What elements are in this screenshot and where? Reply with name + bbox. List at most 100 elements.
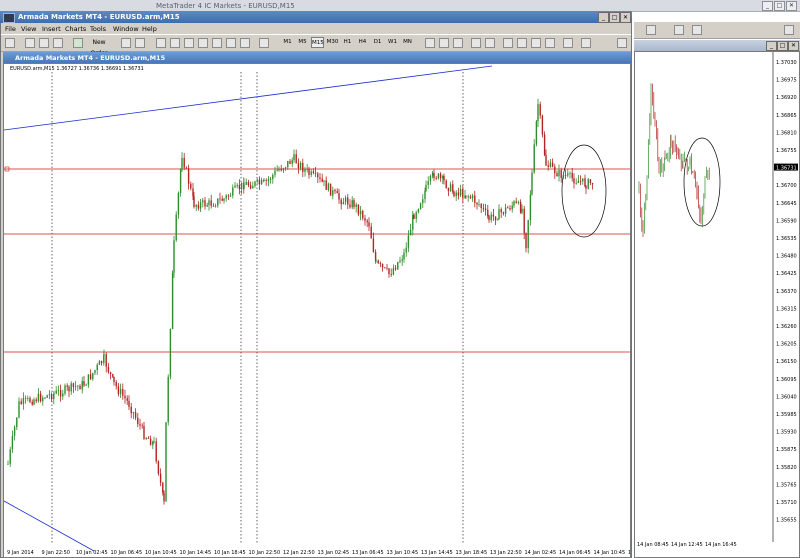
profiles-icon[interactable]: [25, 38, 35, 48]
right-close-button[interactable]: ✕: [788, 41, 799, 51]
candle-body: [206, 205, 208, 207]
templates-icon[interactable]: [581, 38, 591, 48]
candle-body: [397, 262, 399, 270]
candle-body: [185, 167, 188, 169]
candle-body: [372, 238, 375, 253]
candle-body: [490, 214, 492, 221]
new-chart-icon[interactable]: [5, 38, 15, 48]
right-periods-icon[interactable]: [692, 25, 702, 35]
line-chart-icon[interactable]: [453, 38, 463, 48]
main-chart[interactable]: 9 Jan 2014 9 Jan 22:50 10 Jan 02:45 10 Jan …: [3, 63, 631, 558]
candle-body: [128, 400, 130, 407]
candle-body: [147, 437, 150, 439]
candle-body: [502, 212, 505, 214]
candle-body: [145, 437, 147, 439]
crosshair-icon[interactable]: [135, 38, 145, 48]
candle-body: [13, 427, 16, 436]
candle-body: [212, 205, 215, 207]
zoom-in-icon[interactable]: [471, 38, 481, 48]
right-new-chart-icon[interactable]: [646, 25, 656, 35]
time-axis-label: 9 Jan 22:50: [42, 550, 70, 556]
candle-body: [94, 370, 96, 373]
candle-body: [192, 188, 194, 197]
candle-body: [187, 168, 190, 184]
new-order-button[interactable]: New Order: [83, 37, 115, 57]
minimize-button[interactable]: _: [598, 12, 609, 23]
indicators-icon[interactable]: [545, 38, 555, 48]
menu-insert[interactable]: Insert: [42, 25, 61, 33]
candle-body: [221, 198, 223, 201]
zoom-out-icon[interactable]: [485, 38, 495, 48]
menu-file[interactable]: File: [5, 25, 16, 33]
candle-body: [539, 104, 541, 116]
autoscroll-icon[interactable]: [517, 38, 527, 48]
menu-tools[interactable]: Tools: [90, 25, 106, 33]
tf-m30[interactable]: M30: [326, 37, 339, 48]
time-axis-label: 10 Jan 18:45: [214, 550, 246, 556]
candle-body: [455, 192, 457, 197]
market-watch-icon[interactable]: [39, 38, 49, 48]
right-maximize-button[interactable]: □: [777, 41, 788, 51]
candle-body: [412, 214, 414, 230]
tf-h4[interactable]: H4: [356, 37, 369, 48]
candle-body: [167, 376, 169, 423]
candle-body: [263, 180, 265, 181]
vertical-line-icon[interactable]: [156, 38, 166, 48]
cursor-icon[interactable]: [121, 38, 131, 48]
candle-body: [134, 412, 137, 418]
trendline-icon[interactable]: [184, 38, 194, 48]
candle-body: [351, 200, 353, 208]
channel-icon[interactable]: [198, 38, 208, 48]
price-axis-label: 1.36700: [776, 183, 797, 189]
candle-body: [429, 175, 432, 182]
time-axis-label: 13 Jan 10:45: [387, 550, 419, 556]
arrows-icon[interactable]: [259, 38, 269, 48]
bar-chart-icon[interactable]: [425, 38, 435, 48]
bg-maximize-button[interactable]: □: [774, 1, 785, 11]
candle-body: [471, 195, 474, 199]
candle-body: [20, 401, 22, 404]
tile-icon[interactable]: [503, 38, 513, 48]
tf-m5[interactable]: M5: [296, 37, 309, 48]
new-order-icon[interactable]: [73, 38, 83, 48]
candle-body: [504, 207, 507, 214]
price-axis-label: 1.36865: [776, 113, 797, 119]
candle-body: [153, 441, 155, 443]
tf-h1[interactable]: H1: [341, 37, 354, 48]
candle-body: [299, 162, 302, 169]
close-button[interactable]: ✕: [620, 12, 631, 23]
menu-view[interactable]: View: [21, 25, 36, 33]
right-minimize-button[interactable]: _: [766, 41, 777, 51]
menu-help[interactable]: Help: [142, 25, 157, 33]
candle-body: [225, 195, 227, 199]
tf-m1[interactable]: M1: [281, 37, 294, 48]
horizontal-line-icon[interactable]: [170, 38, 180, 48]
help-icon[interactable]: [617, 38, 627, 48]
fibo-icon[interactable]: [212, 38, 222, 48]
right-chart-svg: 1.37030 1.36975 1.36920 1.36865 1.36810 1.367…: [637, 52, 798, 548]
time-axis-label: 10 Jan 10:45: [145, 550, 177, 556]
tf-m15[interactable]: M15: [311, 37, 324, 48]
candle-body: [366, 220, 368, 223]
label-icon[interactable]: [240, 38, 250, 48]
candle-chart-icon[interactable]: [439, 38, 449, 48]
navigator-icon[interactable]: [53, 38, 63, 48]
chart-shift-icon[interactable]: [531, 38, 541, 48]
right-indicators-icon[interactable]: [674, 25, 684, 35]
tf-w1[interactable]: W1: [386, 37, 399, 48]
candle-body: [494, 216, 497, 221]
menu-charts[interactable]: Charts: [65, 25, 86, 33]
right-chart[interactable]: 1.37030 1.36975 1.36920 1.36865 1.36810 1.367…: [634, 51, 800, 558]
bg-close-button[interactable]: ✕: [786, 1, 797, 11]
tf-mn[interactable]: MN: [401, 37, 414, 48]
candle-body: [130, 406, 132, 414]
right-help-icon[interactable]: [784, 25, 794, 35]
menu-window[interactable]: Window: [113, 25, 139, 33]
time-axis-label: 10 Jan 02:45: [76, 550, 108, 556]
text-icon[interactable]: [226, 38, 236, 48]
bg-minimize-button[interactable]: _: [762, 1, 773, 11]
periods-icon[interactable]: [563, 38, 573, 48]
maximize-button[interactable]: □: [609, 12, 620, 23]
tf-d1[interactable]: D1: [371, 37, 384, 48]
candle-body: [202, 200, 204, 203]
